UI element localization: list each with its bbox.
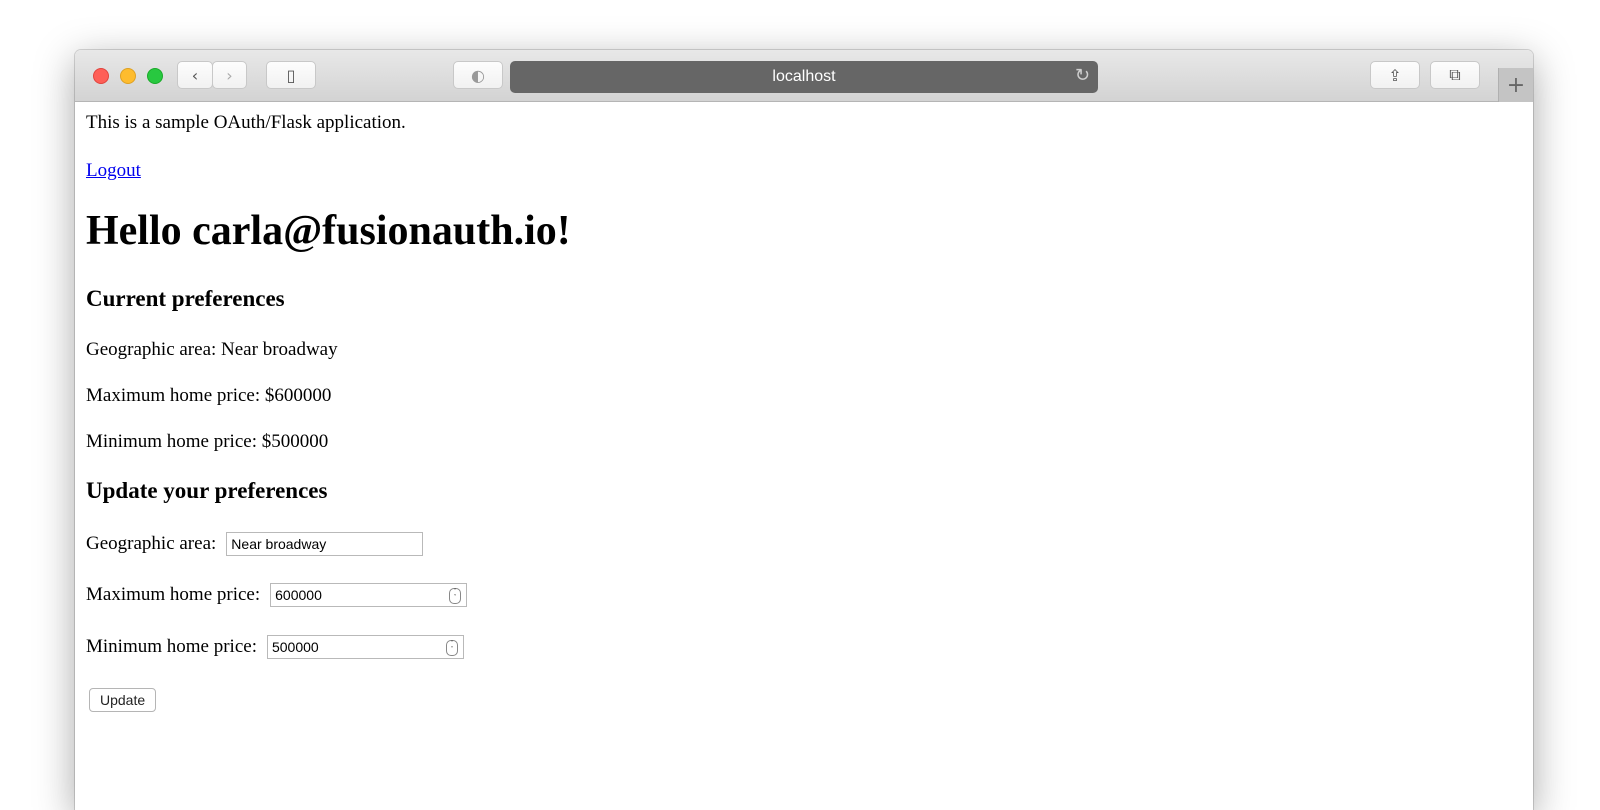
min-price-label: Minimum home price: (86, 636, 257, 657)
privacy-button[interactable]: ◐ (453, 61, 503, 89)
close-window-button[interactable] (93, 68, 109, 84)
max-price-label: Maximum home price: (86, 584, 261, 605)
min-price-stepper[interactable]: ˄˅ (266, 635, 464, 659)
chevron-left-icon: ‹ (191, 65, 199, 85)
share-icon: ⇪ (1388, 65, 1402, 85)
min-price-field-row: Minimum home price: ˄˅ (86, 635, 464, 659)
geo-label: Geographic area: (86, 533, 217, 554)
share-button[interactable]: ⇪ (1370, 61, 1420, 89)
logout-link[interactable]: Logout (86, 160, 141, 182)
plus-icon: + (1506, 72, 1526, 98)
reload-icon[interactable]: ↻ (1075, 65, 1090, 86)
tab-overview-icon: ⧉ (1449, 65, 1461, 84)
sidebar-icon: ▯ (286, 65, 296, 85)
current-max-text: Maximum home price: $600000 (86, 385, 332, 406)
address-bar[interactable]: localhost ↻ (510, 61, 1098, 93)
max-price-field-row: Maximum home price: ˄˅ (86, 583, 468, 607)
current-min-text: Minimum home price: $500000 (86, 431, 329, 452)
page-title: Hello carla@fusionauth.io! (86, 208, 571, 254)
chevron-right-icon: › (226, 65, 233, 85)
forward-button[interactable]: › (212, 61, 247, 89)
min-price-input[interactable] (266, 635, 464, 659)
url-text: localhost (772, 68, 836, 85)
update-button[interactable]: Update (89, 688, 157, 712)
stepper-arrows-icon[interactable]: ˄ ˅ (445, 640, 458, 656)
sidebar-toggle-button[interactable]: ▯ (266, 61, 316, 89)
current-geo-text: Geographic area: Near broadway (86, 339, 338, 360)
minimize-window-button[interactable] (120, 68, 136, 84)
privacy-shield-icon: ◐ (471, 65, 485, 85)
stepper-arrows-icon[interactable]: ˄ ˅ (449, 588, 462, 604)
current-preferences-heading: Current preferences (86, 286, 285, 311)
geo-field-row: Geographic area: (86, 532, 424, 556)
geo-input[interactable] (226, 532, 424, 556)
update-preferences-heading: Update your preferences (86, 478, 328, 503)
max-price-stepper[interactable]: ˄˅ (270, 583, 468, 607)
new-tab-button[interactable]: + (1498, 68, 1533, 102)
zoom-window-button[interactable] (147, 68, 163, 84)
back-button[interactable]: ‹ (177, 61, 213, 89)
intro-text: This is a sample OAuth/Flask application… (86, 112, 406, 133)
browser-window: ‹ › ▯ ◐ localhost ↻ ⇪ ⧉ + This is a samp… (75, 50, 1533, 810)
browser-toolbar: ‹ › ▯ ◐ localhost ↻ ⇪ ⧉ + (75, 50, 1533, 102)
max-price-input[interactable] (270, 583, 468, 607)
tab-overview-button[interactable]: ⧉ (1430, 61, 1480, 89)
